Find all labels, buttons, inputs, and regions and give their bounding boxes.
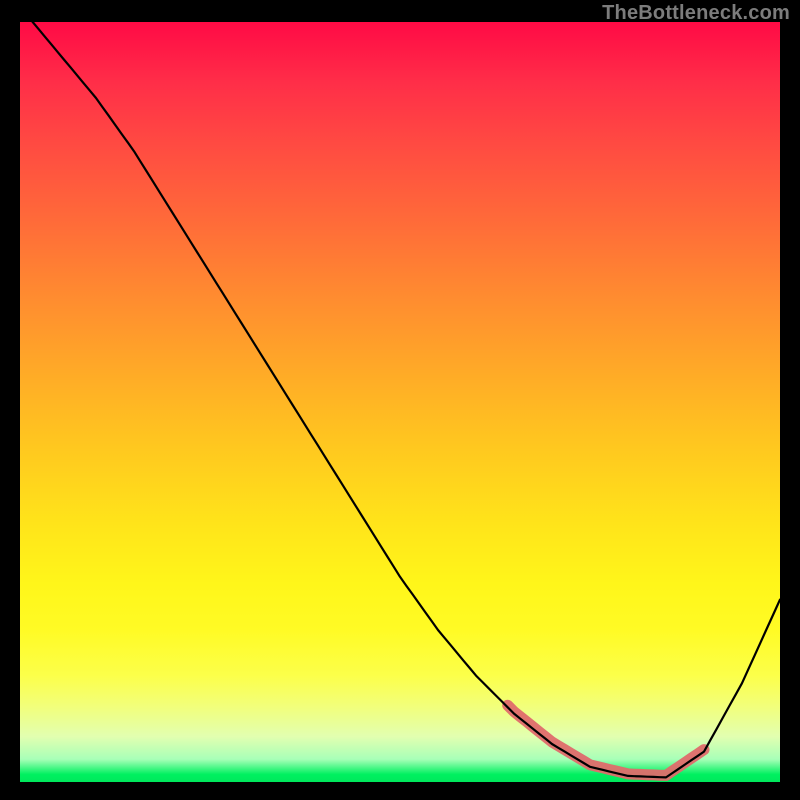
chart-svg — [20, 22, 780, 782]
figure: TheBottleneck.com — [0, 0, 800, 800]
data-line — [20, 22, 780, 777]
highlight-segment — [508, 705, 704, 775]
plot-area — [20, 22, 780, 782]
